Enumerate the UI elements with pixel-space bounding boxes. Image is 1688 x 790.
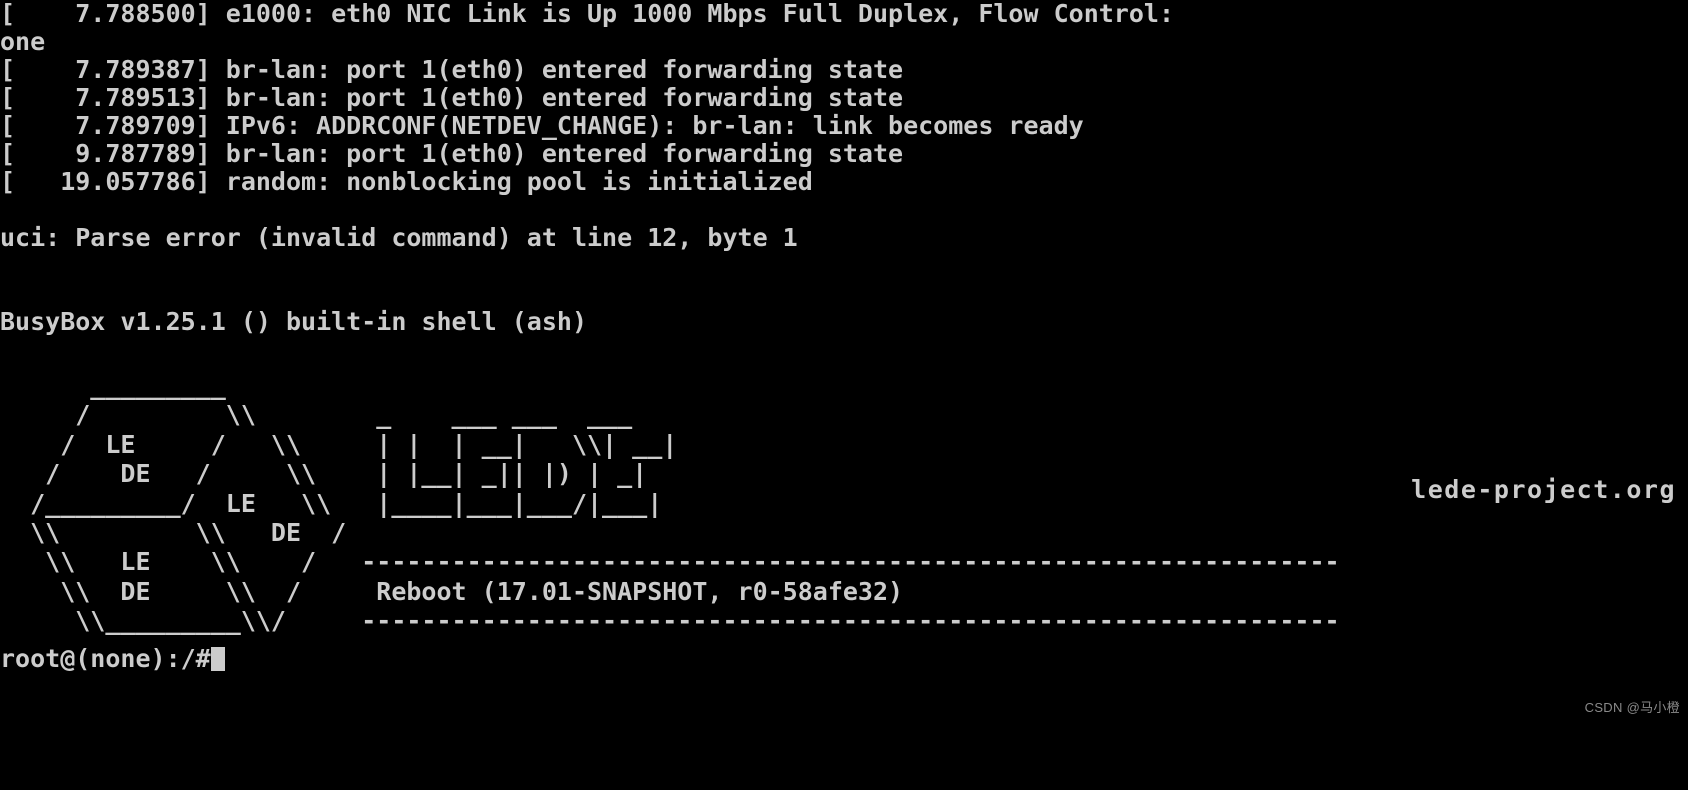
boot-log-line: [ 9.787789] br-lan: port 1(eth0) entered… <box>0 139 904 168</box>
csdn-watermark: CSDN @马小橙 <box>1584 699 1680 715</box>
shell-prompt[interactable]: root@(none):/# <box>0 644 225 673</box>
lede-project-url: lede-project.org <box>1411 475 1676 504</box>
boot-log-line: one <box>0 27 46 56</box>
uci-parse-error: uci: Parse error (invalid command) at li… <box>0 223 798 252</box>
terminal-console[interactable]: [ 7.788500] e1000: eth0 NIC Link is Up 1… <box>0 0 1688 728</box>
boot-log-line: [ 7.788500] e1000: eth0 NIC Link is Up 1… <box>0 0 1174 28</box>
cursor-block-icon <box>210 647 225 671</box>
boot-log-line: [ 7.789387] br-lan: port 1(eth0) entered… <box>0 55 904 84</box>
boot-log-line: [ 7.789513] br-lan: port 1(eth0) entered… <box>0 83 904 112</box>
boot-log-line: [ 7.789709] IPv6: ADDRCONF(NETDEV_CHANGE… <box>0 111 1084 140</box>
busybox-banner: BusyBox v1.25.1 () built-in shell (ash) <box>0 307 587 336</box>
prompt-text: root@(none):/# <box>0 644 211 673</box>
boot-log-line: [ 19.057786] random: nonblocking pool is… <box>0 167 813 196</box>
